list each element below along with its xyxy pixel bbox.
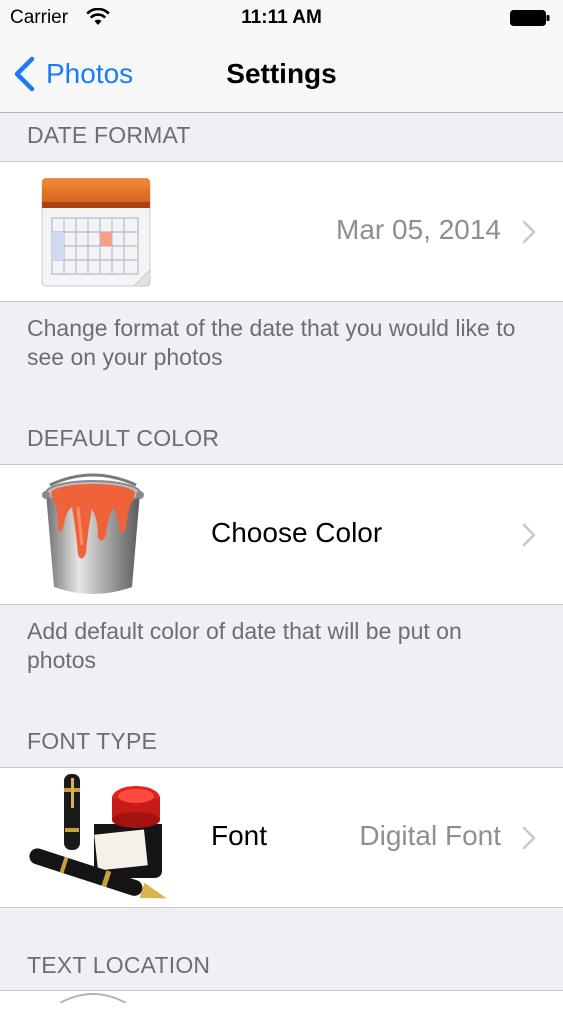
font-label: Font: [211, 820, 268, 851]
text-location-cell[interactable]: [0, 990, 563, 1021]
font-cell[interactable]: Font Digital Font: [0, 767, 563, 908]
default-color-description: Add default color of date that will be p…: [27, 618, 462, 673]
section-header-date-format: DATE FORMAT: [27, 122, 191, 148]
choose-color-cell[interactable]: Choose Color: [0, 464, 563, 605]
choose-color-label: Choose Color: [211, 517, 383, 548]
pen-ink-icon: [29, 774, 167, 899]
location-icon: [59, 993, 127, 1003]
navigation-bar: Photos Settings: [0, 38, 563, 113]
chevron-right-icon: [522, 220, 536, 244]
page-title: Settings: [226, 58, 337, 89]
section-header-font-type: FONT TYPE: [27, 728, 158, 754]
status-bar: Carrier 11:11 AM: [0, 0, 563, 38]
section-header-text-location: TEXT LOCATION: [27, 952, 211, 978]
section-header-default-color: DEFAULT COLOR: [27, 425, 220, 451]
paint-bucket-icon: [42, 473, 144, 594]
chevron-right-icon: [522, 523, 536, 547]
clock: 11:11 AM: [241, 7, 322, 28]
battery-icon: [510, 10, 550, 26]
date-format-value: Mar 05, 2014: [336, 214, 501, 245]
font-value: Digital Font: [359, 820, 501, 851]
chevron-right-icon: [522, 826, 536, 850]
date-format-cell[interactable]: Mar 05, 2014: [0, 161, 563, 302]
date-format-description: Change format of the date that you would…: [27, 315, 516, 370]
calendar-icon: [41, 178, 151, 287]
